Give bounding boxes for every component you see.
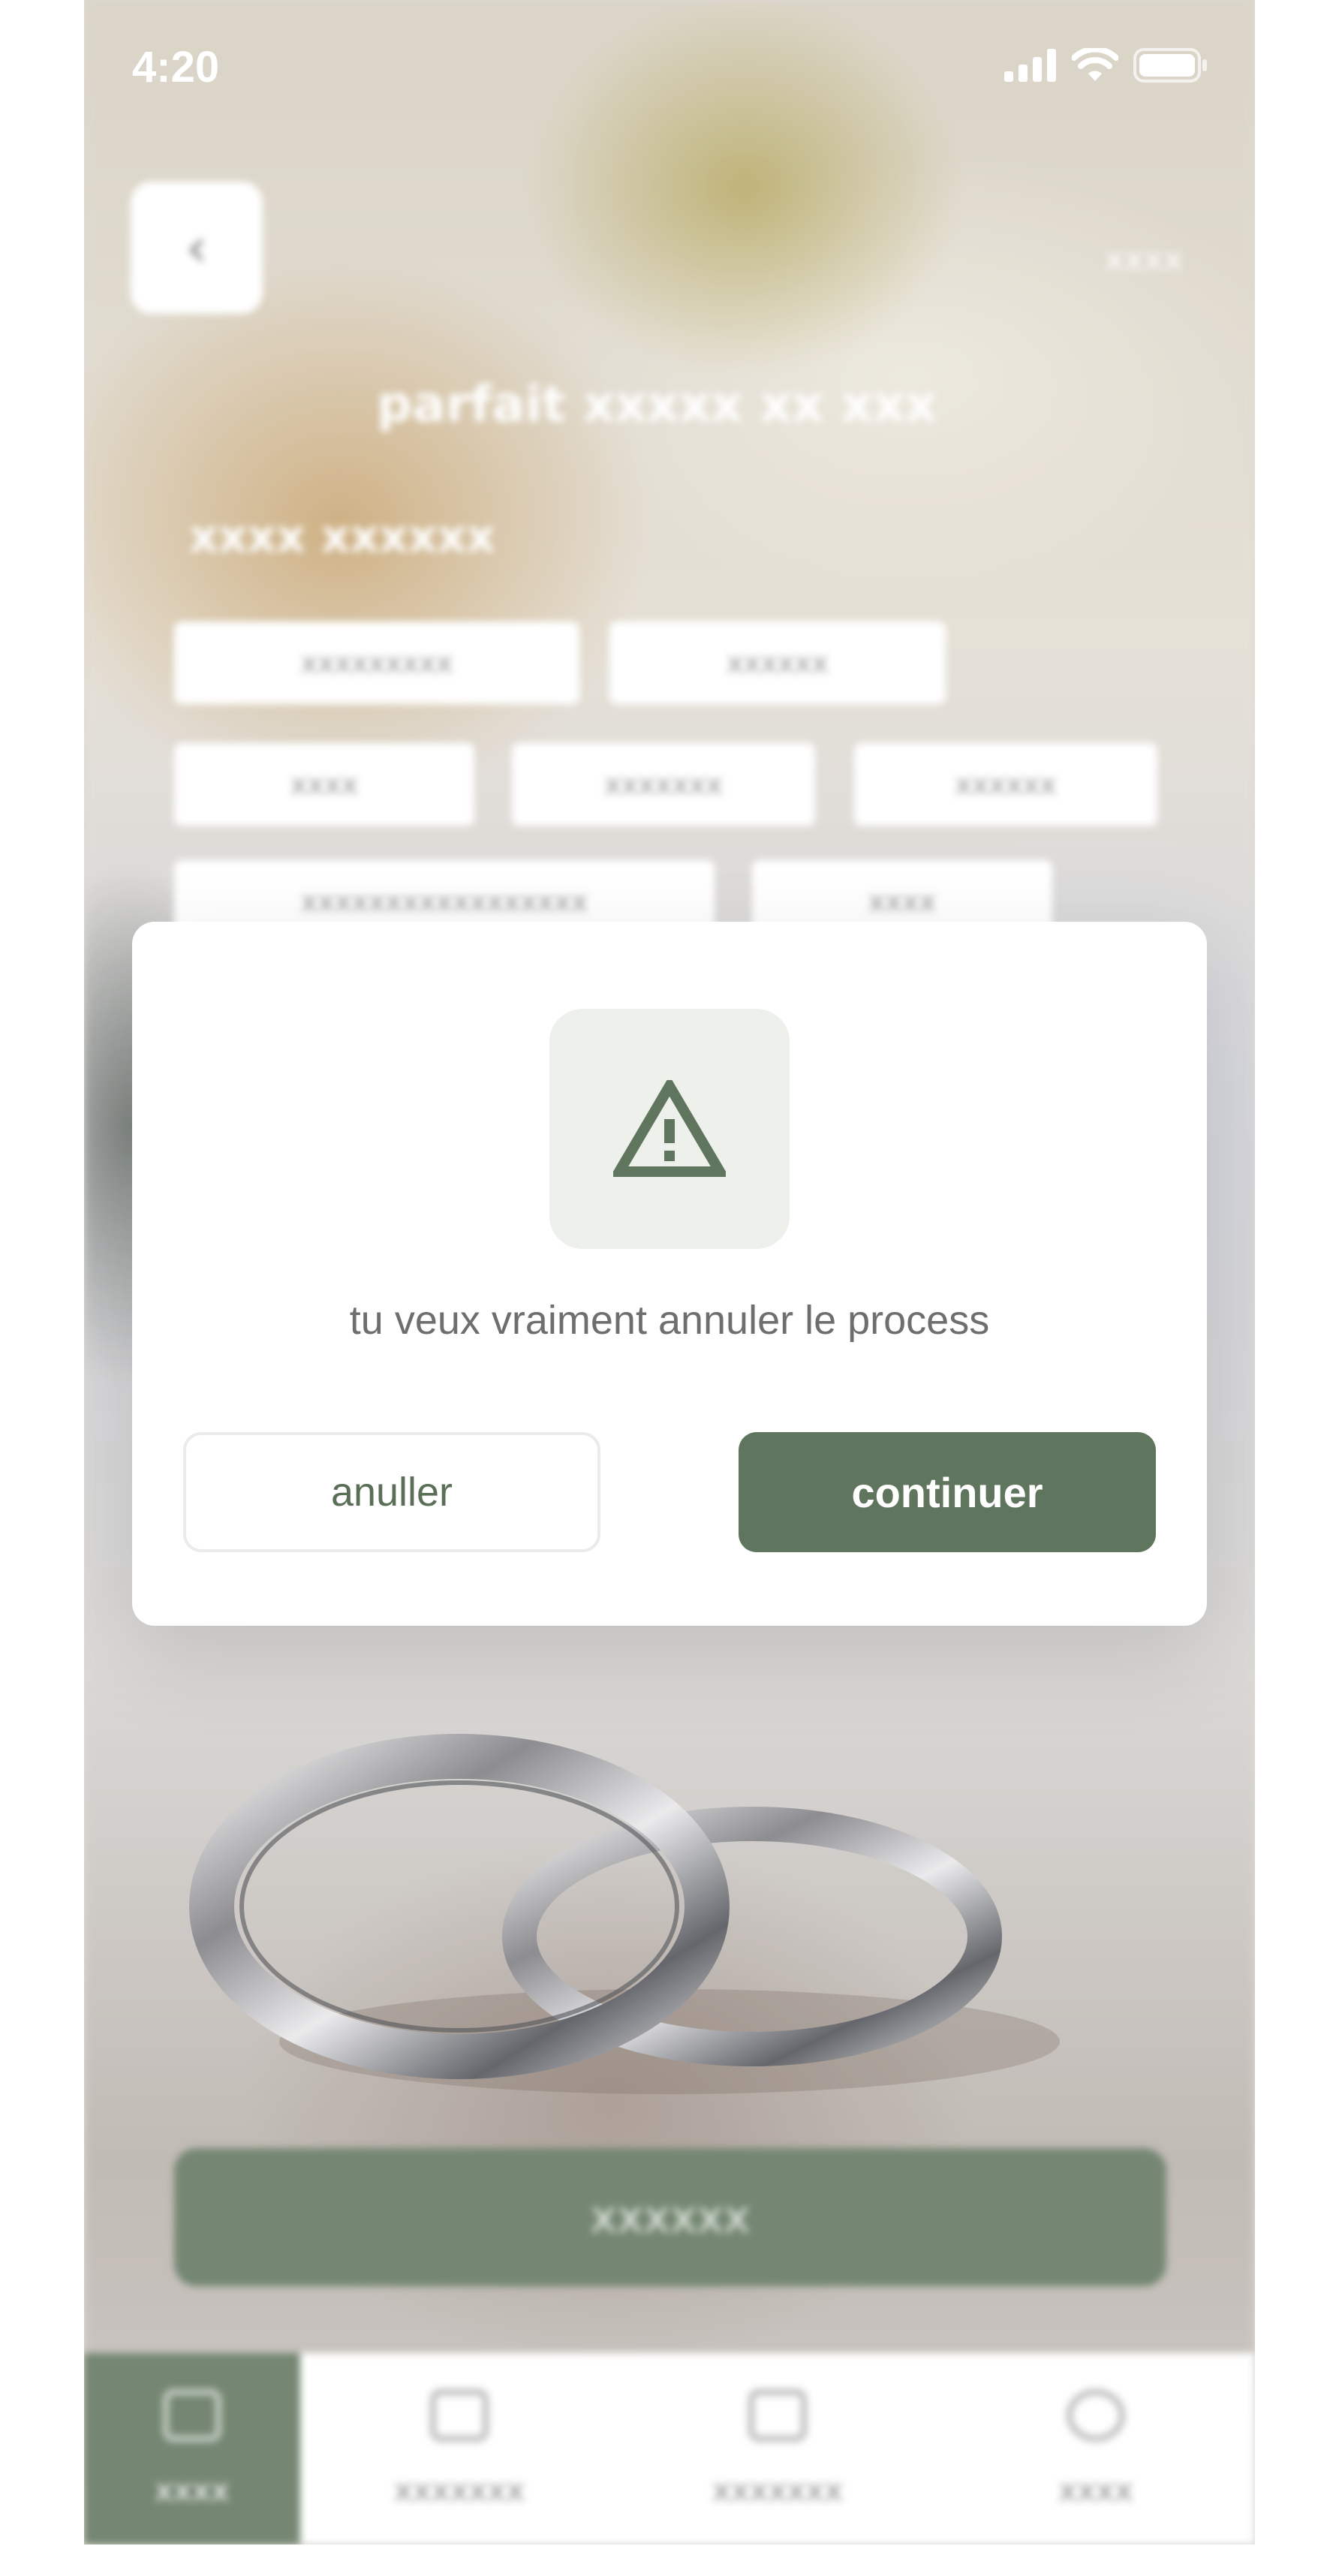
confirm-dialog: tu veux vraiment annuler le process anul…: [132, 922, 1207, 1626]
warning-icon: [613, 1080, 726, 1177]
warning-icon-container: [549, 1009, 790, 1249]
dialog-message: tu veux vraiment annuler le process: [349, 1298, 990, 1343]
continue-button[interactable]: continuer: [739, 1432, 1156, 1552]
phone-screen: 4:20 ‹ xxxx parfait xxxxx xx xxx xxxx xx…: [84, 0, 1255, 2544]
cancel-button[interactable]: anuller: [183, 1432, 600, 1552]
